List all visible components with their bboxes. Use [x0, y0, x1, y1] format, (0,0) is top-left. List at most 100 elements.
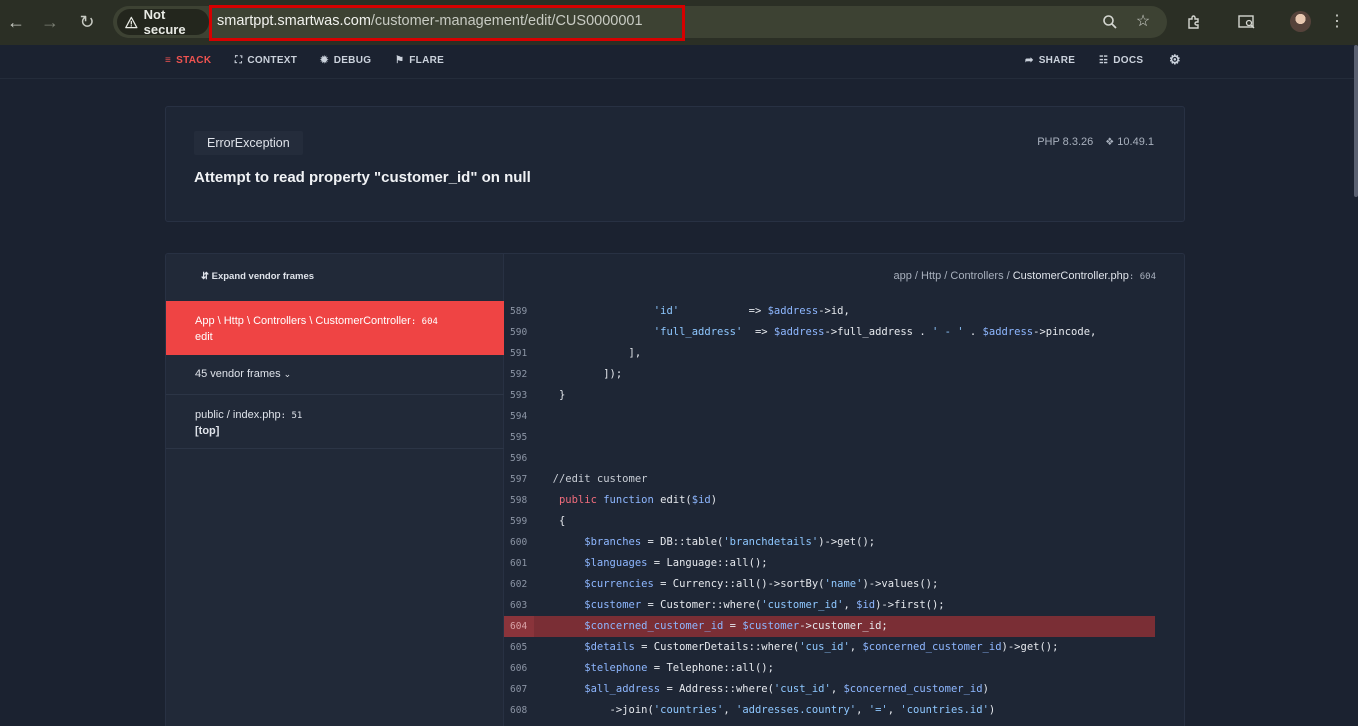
- expand-vendor-button[interactable]: ⇵ Expand vendor frames: [201, 271, 314, 282]
- line-number: 598: [510, 495, 528, 506]
- url-highlight-box: [209, 5, 685, 41]
- line-number: 593: [510, 390, 528, 401]
- line-number: 600: [510, 537, 528, 548]
- line-number: 607: [510, 684, 528, 695]
- code-line: 603 $customer = Customer::where('custome…: [504, 595, 1155, 616]
- expand-vendor-label: Expand vendor frames: [211, 271, 315, 282]
- code-text: $details = CustomerDetails::where('cus_i…: [584, 641, 1059, 653]
- warning-icon: [125, 16, 138, 28]
- code-line: 591 ],: [504, 343, 1155, 364]
- vendor-frames-toggle[interactable]: 45 vendor frames ⌄: [166, 355, 504, 395]
- file-path[interactable]: app / Http / Controllers / CustomerContr…: [894, 270, 1156, 282]
- share-button[interactable]: ➦ SHARE: [1025, 55, 1075, 66]
- scrollbar[interactable]: [1354, 45, 1358, 197]
- flag-icon: ⚑: [395, 55, 405, 66]
- file-line: : 604: [1128, 272, 1156, 282]
- versions: PHP 8.3.26 ❖ 10.49.1: [1037, 136, 1154, 148]
- code-line: 592 ]);: [504, 364, 1155, 385]
- settings-gear-icon[interactable]: ⚙: [1169, 52, 1181, 68]
- code-line: 595: [504, 427, 1155, 448]
- vendor-frames-label: 45 vendor frames: [195, 368, 281, 380]
- line-number: 606: [510, 663, 528, 674]
- docs-icon: ☷: [1099, 55, 1109, 66]
- code-block: 589 'id' => $address->id, 590 'full_addr…: [504, 301, 1155, 721]
- menu-kebab-icon[interactable]: ⋮: [1325, 10, 1349, 34]
- line-number: 605: [510, 642, 528, 653]
- security-chip[interactable]: Not secure: [117, 7, 209, 37]
- line-number: 601: [510, 558, 528, 569]
- tab-context-label: CONTEXT: [247, 55, 298, 66]
- share-label: SHARE: [1038, 55, 1076, 66]
- frame-method: [top]: [195, 425, 220, 437]
- line-number: 604: [510, 621, 528, 632]
- code-line: 605 $details = CustomerDetails::where('c…: [504, 637, 1155, 658]
- frame-item-public[interactable]: public / index.php: 51 [top]: [166, 395, 504, 449]
- expand-icon: ⛶: [235, 55, 243, 66]
- ignition-toolbar: ≡ STACK ⛶ CONTEXT ✹ DEBUG ⚑ FLARE ➦ SHARE ☷ DO…: [0, 45, 1358, 79]
- code-text: 'id' => $address->id,: [653, 305, 850, 317]
- zoom-icon[interactable]: [1099, 11, 1121, 33]
- frame-item-active[interactable]: App \ Http \ Controllers \ CustomerContr…: [166, 301, 504, 355]
- code-line: 607 $all_address = Address::where('cust_…: [504, 679, 1155, 700]
- line-number: 608: [510, 705, 528, 716]
- code-line: 608 ->join('countries', 'addresses.count…: [504, 700, 1155, 721]
- bookmark-star-icon[interactable]: ☆: [1132, 11, 1154, 33]
- code-line: 593 }: [504, 385, 1155, 406]
- code-line: 602 $currencies = Currency::all()->sortB…: [504, 574, 1155, 595]
- code-line: 589 'id' => $address->id,: [504, 301, 1155, 322]
- code-text: ]);: [540, 368, 623, 380]
- forward-icon[interactable]: →: [38, 10, 62, 34]
- line-number: 602: [510, 579, 528, 590]
- tab-search-icon[interactable]: [1235, 10, 1259, 34]
- share-icon: ➦: [1025, 55, 1034, 66]
- frames-list: ⇵ Expand vendor frames App \ Http \ Cont…: [166, 254, 504, 726]
- profile-avatar[interactable]: [1290, 11, 1311, 32]
- docs-label: DOCS: [1113, 55, 1144, 66]
- code-line-highlighted: 604 $concerned_customer_id = $customer->…: [504, 616, 1155, 637]
- frame-line: : 51: [280, 411, 303, 421]
- tab-flare-label: FLARE: [409, 55, 445, 66]
- code-text: public function edit($id): [558, 494, 718, 506]
- line-number: 590: [510, 327, 528, 338]
- line-number: 599: [510, 516, 528, 527]
- code-text: {: [540, 515, 566, 527]
- code-text: $currencies = Currency::all()->sortBy('n…: [584, 578, 939, 590]
- line-number: 592: [510, 369, 528, 380]
- code-line: 599 {: [504, 511, 1155, 532]
- code-line: 597 //edit customer: [504, 469, 1155, 490]
- code-text: ],: [540, 347, 642, 359]
- php-version: PHP 8.3.26: [1037, 136, 1094, 148]
- tab-stack-label: STACK: [176, 55, 212, 66]
- back-icon[interactable]: ←: [4, 10, 28, 34]
- code-viewer: app / Http / Controllers / CustomerContr…: [504, 254, 1184, 726]
- code-line: 596: [504, 448, 1155, 469]
- file-name: CustomerController.php: [1012, 270, 1129, 282]
- tab-flare[interactable]: ⚑ FLARE: [395, 55, 444, 66]
- chevron-down-icon: ⌄: [283, 369, 292, 379]
- stack-icon: ≡: [165, 55, 172, 66]
- code-line: 601 $languages = Language::all();: [504, 553, 1155, 574]
- reload-icon[interactable]: ↻: [75, 10, 99, 34]
- tab-debug[interactable]: ✹ DEBUG: [320, 55, 371, 66]
- code-text: }: [540, 389, 566, 401]
- code-line: 600 $branches = DB::table('branchdetails…: [504, 532, 1155, 553]
- line-number: 595: [510, 432, 528, 443]
- docs-button[interactable]: ☷ DOCS: [1099, 55, 1143, 66]
- line-number: 589: [510, 306, 528, 317]
- expand-chevron-icon: ⇵: [201, 271, 209, 282]
- frame-path: public / index.php: [195, 409, 281, 421]
- line-number: 603: [510, 600, 528, 611]
- code-text: $customer = Customer::where('customer_id…: [584, 599, 945, 611]
- code-text: $telephone = Telephone::all();: [584, 662, 774, 674]
- line-number: 594: [510, 411, 528, 422]
- extensions-icon[interactable]: [1182, 10, 1206, 34]
- tab-stack[interactable]: ≡ STACK: [165, 55, 211, 66]
- stack-panel: ⇵ Expand vendor frames App \ Http \ Cont…: [165, 253, 1185, 726]
- line-number: 591: [510, 348, 528, 359]
- line-number: 596: [510, 453, 528, 464]
- code-line: 594: [504, 406, 1155, 427]
- code-text: $concerned_customer_id = $customer->cust…: [584, 620, 888, 632]
- laravel-version-wrap: ❖ 10.49.1: [1105, 136, 1154, 148]
- tab-context[interactable]: ⛶ CONTEXT: [235, 55, 297, 66]
- code-line: 606 $telephone = Telephone::all();: [504, 658, 1155, 679]
